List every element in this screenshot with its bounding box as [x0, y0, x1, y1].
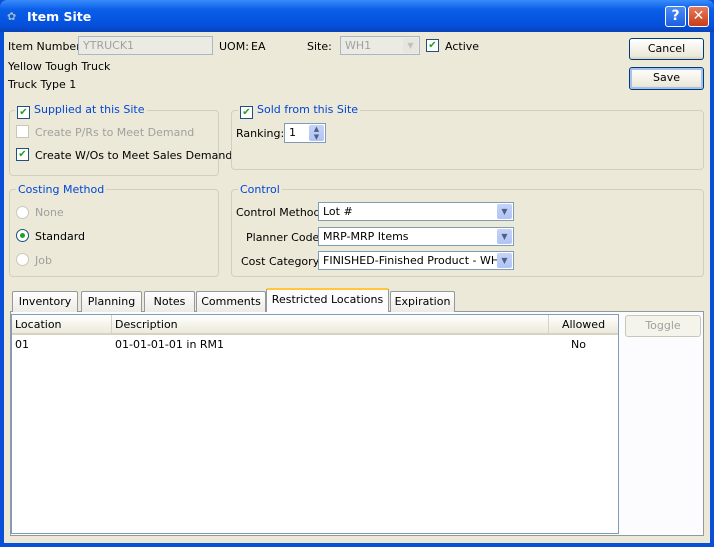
supplied-group: [9, 110, 219, 176]
costing-standard-label: Standard: [35, 230, 86, 243]
sold-title: ✔ Sold from this Site: [238, 103, 361, 119]
toggle-button[interactable]: Toggle: [625, 315, 701, 337]
planner-code-value: MRP-MRP Items: [323, 230, 409, 243]
chevron-down-icon: ▼: [403, 38, 418, 53]
cost-category-select[interactable]: FINISHED-Finished Product - WH1 ▼: [318, 251, 514, 270]
item-description2: Truck Type 1: [8, 78, 77, 91]
costing-title: Costing Method: [16, 183, 107, 196]
tab-inventory[interactable]: Inventory: [12, 291, 78, 312]
item-number-label: Item Number:: [8, 40, 85, 53]
supplied-checkbox[interactable]: ✔: [17, 106, 30, 119]
uom-value: EA: [251, 40, 266, 53]
sold-checkbox[interactable]: ✔: [240, 106, 253, 119]
site-select[interactable]: WH1 ▼: [340, 36, 420, 55]
cell-description: 01-01-01-01 in RM1: [115, 338, 225, 351]
supplied-title: ✔ Supplied at this Site: [15, 103, 147, 119]
tab-notes[interactable]: Notes: [144, 291, 195, 312]
create-wos-checkbox[interactable]: ✔: [16, 148, 29, 161]
help-button[interactable]: ?: [665, 6, 686, 27]
control-title: Control: [238, 183, 282, 196]
control-method-select[interactable]: Lot # ▼: [318, 202, 514, 221]
tab-comments[interactable]: Comments: [196, 291, 266, 312]
chevron-down-icon: ▼: [497, 253, 512, 268]
restricted-locations-table[interactable]: Location Description Allowed 01 01-01-01…: [11, 314, 619, 534]
spin-arrows-icon[interactable]: ▲ ▼: [309, 125, 324, 141]
column-header-allowed[interactable]: Allowed: [549, 315, 618, 335]
cancel-button[interactable]: Cancel: [629, 38, 704, 60]
cost-category-value: FINISHED-Finished Product - WH1: [323, 254, 507, 267]
ranking-value: 1: [289, 126, 296, 139]
column-header-description[interactable]: Description: [112, 315, 549, 335]
control-method-value: Lot #: [323, 205, 353, 218]
tab-restricted-locations[interactable]: Restricted Locations: [266, 288, 389, 312]
table-row[interactable]: 01 01-01-01-01 in RM1 No: [12, 337, 618, 353]
save-button[interactable]: Save: [629, 67, 704, 90]
create-prs-checkbox[interactable]: [16, 125, 29, 138]
title-bar[interactable]: [0, 0, 714, 32]
planner-code-select[interactable]: MRP-MRP Items ▼: [318, 227, 514, 246]
cell-allowed: No: [571, 338, 586, 351]
close-button[interactable]: ✕: [688, 6, 709, 27]
active-checkbox[interactable]: ✔: [426, 39, 439, 52]
costing-standard-radio[interactable]: [16, 229, 29, 242]
ranking-label: Ranking:: [236, 127, 285, 140]
chevron-down-icon: ▼: [497, 204, 512, 219]
supplied-label: Supplied at this Site: [34, 103, 145, 116]
planner-code-label: Planner Code:: [246, 231, 324, 244]
chevron-down-icon: ▼: [497, 229, 512, 244]
cost-category-label: Cost Category:: [241, 255, 323, 268]
costing-none-label: None: [35, 206, 64, 219]
uom-label: UOM:: [219, 40, 249, 53]
item-description1: Yellow Tough Truck: [8, 60, 111, 73]
tab-planning[interactable]: Planning: [81, 291, 142, 312]
costing-job-label: Job: [35, 254, 52, 267]
sold-label: Sold from this Site: [257, 103, 359, 116]
cell-location: 01: [15, 338, 29, 351]
window-title: Item Site: [27, 9, 92, 24]
site-value: WH1: [345, 39, 372, 52]
costing-none-radio[interactable]: [16, 206, 29, 219]
site-label: Site:: [307, 40, 332, 53]
control-method-label: Control Method:: [236, 206, 325, 219]
create-wos-label: Create W/Os to Meet Sales Demand: [35, 149, 233, 162]
item-number-input[interactable]: YTRUCK1: [78, 36, 213, 55]
ranking-spinbox[interactable]: 1 ▲ ▼: [284, 123, 326, 143]
tab-expiration[interactable]: Expiration: [390, 291, 455, 312]
create-prs-label: Create P/Rs to Meet Demand: [35, 126, 195, 139]
costing-job-radio[interactable]: [16, 253, 29, 266]
active-label: Active: [445, 40, 480, 53]
app-icon: ✿: [7, 10, 17, 23]
column-header-location[interactable]: Location: [12, 315, 112, 335]
